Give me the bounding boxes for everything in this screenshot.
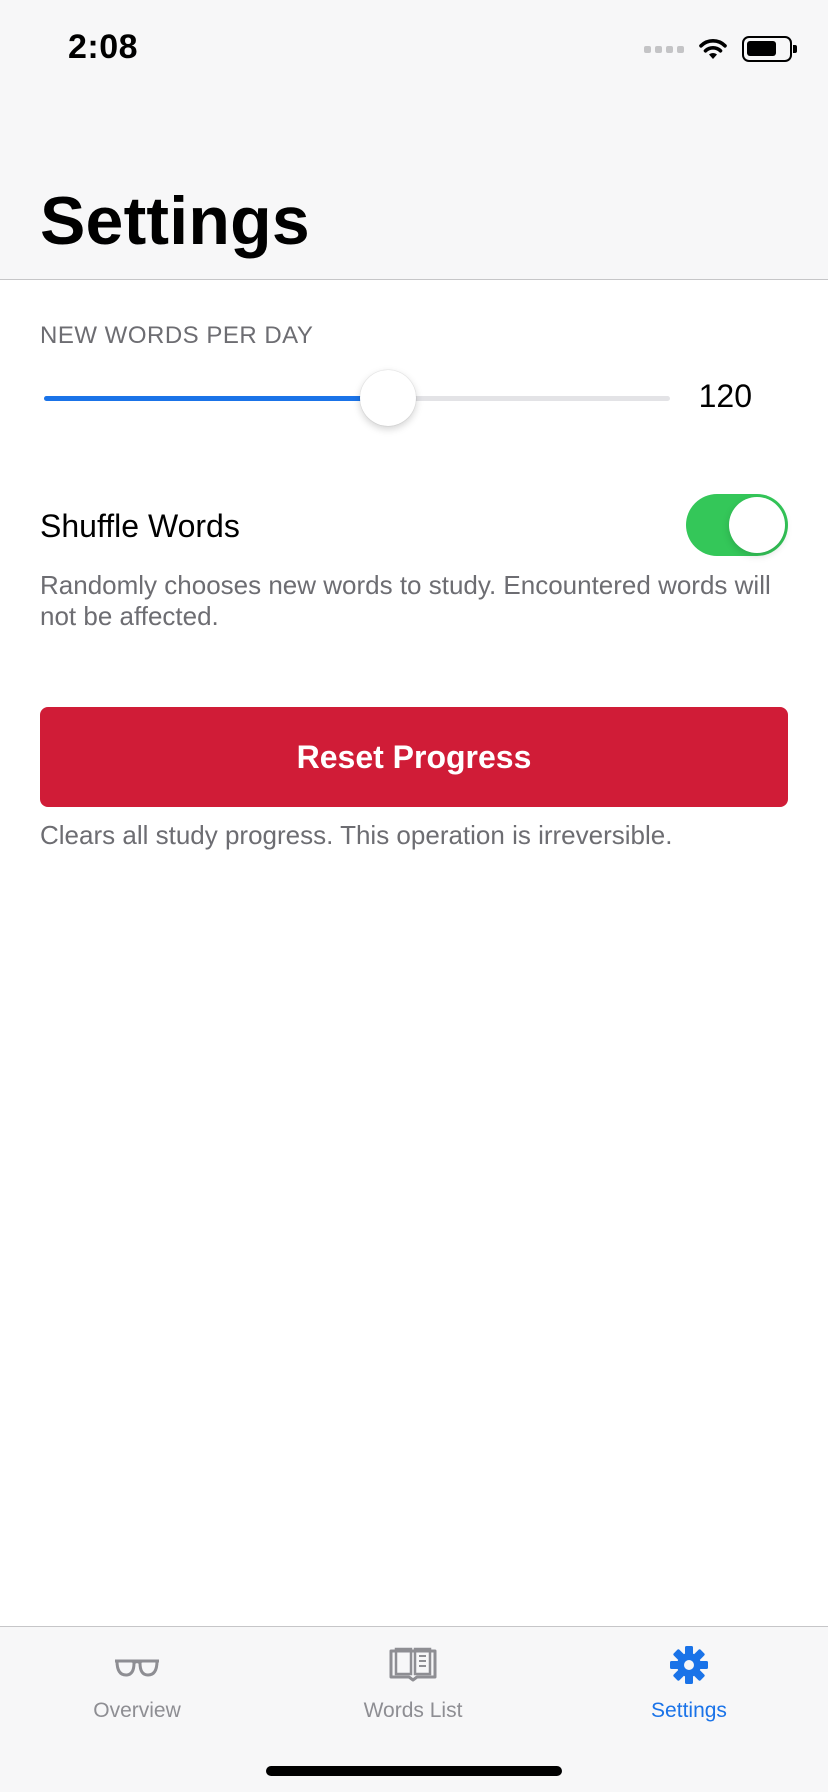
status-icons — [644, 34, 797, 64]
tab-words-list[interactable]: Words List — [313, 1645, 513, 1723]
new-words-slider[interactable] — [44, 370, 670, 426]
tab-settings-label: Settings — [651, 1699, 727, 1722]
reset-progress-description: Clears all study progress. This operatio… — [40, 820, 673, 850]
new-words-value: 120 — [698, 378, 752, 414]
new-words-section-header: NEW WORDS PER DAY — [40, 322, 314, 349]
cellular-signal-icon — [644, 45, 684, 53]
settings-screen: 2:08 Settings NEW WORDS PER DAY 120 Shuf… — [0, 0, 828, 1792]
reset-progress-button[interactable]: Reset Progress — [40, 707, 788, 807]
tab-overview-label: Overview — [93, 1699, 181, 1722]
toggle-knob — [729, 497, 785, 553]
tab-overview[interactable]: Overview — [37, 1645, 237, 1723]
page-title: Settings — [40, 183, 310, 259]
gear-icon — [670, 1646, 708, 1684]
navigation-header: 2:08 Settings — [0, 0, 828, 280]
book-icon — [389, 1647, 437, 1682]
wifi-icon — [699, 39, 727, 59]
glasses-icon — [115, 1659, 159, 1677]
slider-fill — [44, 396, 389, 401]
tab-settings[interactable]: Settings — [589, 1645, 789, 1723]
shuffle-words-toggle[interactable] — [686, 494, 788, 556]
home-indicator — [266, 1766, 562, 1776]
battery-icon — [742, 36, 797, 62]
status-time: 2:08 — [68, 28, 139, 66]
new-words-slider-row: 120 — [40, 370, 780, 426]
shuffle-words-description: Randomly chooses new words to study. Enc… — [40, 570, 771, 631]
shuffle-words-label: Shuffle Words — [40, 508, 240, 544]
tab-words-list-label: Words List — [363, 1699, 463, 1722]
shuffle-words-row: Shuffle Words — [40, 494, 788, 558]
slider-thumb[interactable] — [360, 370, 417, 426]
